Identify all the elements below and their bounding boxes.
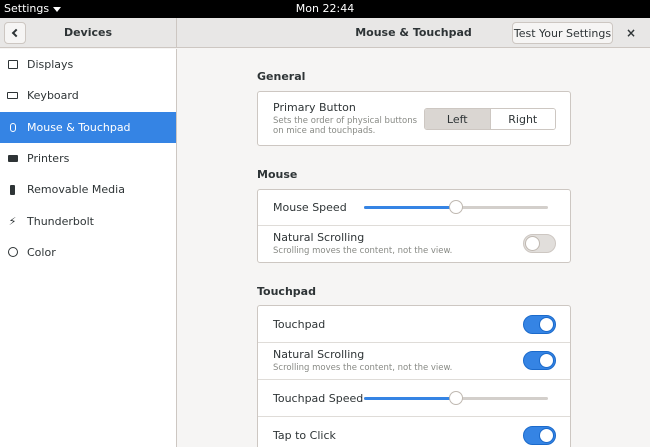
mouse-icon bbox=[7, 122, 18, 133]
touchpad-natural-scrolling-label: Natural Scrolling bbox=[273, 348, 365, 361]
primary-button-right[interactable]: Right bbox=[490, 109, 555, 129]
sidebar: Displays Keyboard Mouse & Touchpad Print… bbox=[0, 49, 177, 447]
touchpad-label: Touchpad bbox=[273, 318, 326, 331]
sidebar-item-label: Keyboard bbox=[27, 89, 79, 103]
mouse-speed-slider[interactable] bbox=[364, 200, 548, 214]
touchpad-card: Touchpad Natural Scrolling Scrolling mov… bbox=[257, 305, 571, 447]
touchpad-natural-scrolling-row: Natural Scrolling Scrolling moves the co… bbox=[258, 343, 570, 380]
tap-to-click-row: Tap to Click bbox=[258, 417, 570, 447]
primary-button-label: Primary Button bbox=[273, 101, 356, 114]
mouse-natural-scrolling-row: Natural Scrolling Scrolling moves the co… bbox=[258, 226, 570, 262]
touchpad-speed-handle[interactable] bbox=[449, 391, 463, 405]
primary-button-left[interactable]: Left bbox=[425, 109, 491, 129]
mouse-natural-scrolling-switch[interactable] bbox=[523, 234, 556, 253]
section-title-general: General bbox=[257, 70, 306, 83]
thunderbolt-icon: ⚡ bbox=[8, 214, 17, 228]
sidebar-item-displays[interactable]: Displays bbox=[0, 49, 176, 80]
section-title-touchpad: Touchpad bbox=[257, 285, 316, 298]
primary-button-description-2: on mice and touchpads. bbox=[273, 126, 376, 136]
sidebar-item-label: Mouse & Touchpad bbox=[27, 120, 131, 134]
sidebar-item-color[interactable]: Color bbox=[0, 237, 176, 268]
touchpad-natural-scrolling-switch[interactable] bbox=[523, 351, 556, 370]
keyboard-icon bbox=[7, 90, 18, 101]
sidebar-item-removable-media[interactable]: Removable Media bbox=[0, 174, 176, 205]
sidebar-title: Devices bbox=[63, 26, 113, 39]
mouse-card: Mouse Speed Natural Scrolling Scrolling … bbox=[257, 189, 571, 263]
sidebar-item-label: Printers bbox=[27, 152, 70, 166]
sidebar-item-label: Removable Media bbox=[27, 183, 125, 197]
mouse-speed-fill bbox=[364, 206, 456, 209]
sidebar-header: Devices bbox=[0, 18, 177, 48]
mouse-speed-handle[interactable] bbox=[449, 200, 463, 214]
primary-button-selector: Left Right bbox=[424, 108, 556, 130]
color-icon bbox=[7, 247, 18, 258]
touchpad-row: Touchpad bbox=[258, 306, 570, 343]
sidebar-item-label: Color bbox=[27, 245, 56, 259]
touchpad-switch[interactable] bbox=[523, 315, 556, 334]
sidebar-item-thunderbolt[interactable]: ⚡ Thunderbolt bbox=[0, 205, 176, 236]
header-bar: Devices Mouse & Touchpad Test Your Setti… bbox=[0, 18, 650, 48]
sidebar-item-label: Thunderbolt bbox=[27, 214, 94, 228]
touchpad-speed-label: Touchpad Speed bbox=[273, 392, 364, 405]
touchpad-speed-slider[interactable] bbox=[364, 391, 548, 405]
usb-icon bbox=[7, 184, 18, 195]
sidebar-item-printers[interactable]: Printers bbox=[0, 143, 176, 174]
sidebar-item-label: Displays bbox=[27, 58, 74, 72]
touchpad-speed-row: Touchpad Speed bbox=[258, 380, 570, 417]
printer-icon bbox=[7, 153, 18, 164]
primary-button-row: Primary Button Sets the order of physica… bbox=[258, 92, 570, 145]
test-settings-button[interactable]: Test Your Settings bbox=[512, 22, 613, 44]
tap-to-click-label: Tap to Click bbox=[273, 429, 336, 442]
mouse-natural-scrolling-label: Natural Scrolling bbox=[273, 231, 365, 244]
touchpad-speed-fill bbox=[364, 397, 456, 400]
mouse-natural-scrolling-description: Scrolling moves the content, not the vie… bbox=[273, 246, 453, 256]
clock[interactable]: Mon 22:44 bbox=[0, 2, 650, 15]
sidebar-item-keyboard[interactable]: Keyboard bbox=[0, 80, 176, 111]
section-title-mouse: Mouse bbox=[257, 168, 298, 181]
display-icon bbox=[7, 59, 18, 70]
top-bar: Settings Mon 22:44 bbox=[0, 0, 650, 18]
mouse-speed-row: Mouse Speed bbox=[258, 190, 570, 226]
touchpad-natural-scrolling-description: Scrolling moves the content, not the vie… bbox=[273, 363, 453, 373]
tap-to-click-switch[interactable] bbox=[523, 426, 556, 445]
sidebar-item-mouse-touchpad[interactable]: Mouse & Touchpad bbox=[0, 111, 176, 143]
general-card: Primary Button Sets the order of physica… bbox=[257, 91, 571, 146]
mouse-speed-label: Mouse Speed bbox=[273, 201, 347, 214]
close-button[interactable]: × bbox=[624, 26, 638, 40]
